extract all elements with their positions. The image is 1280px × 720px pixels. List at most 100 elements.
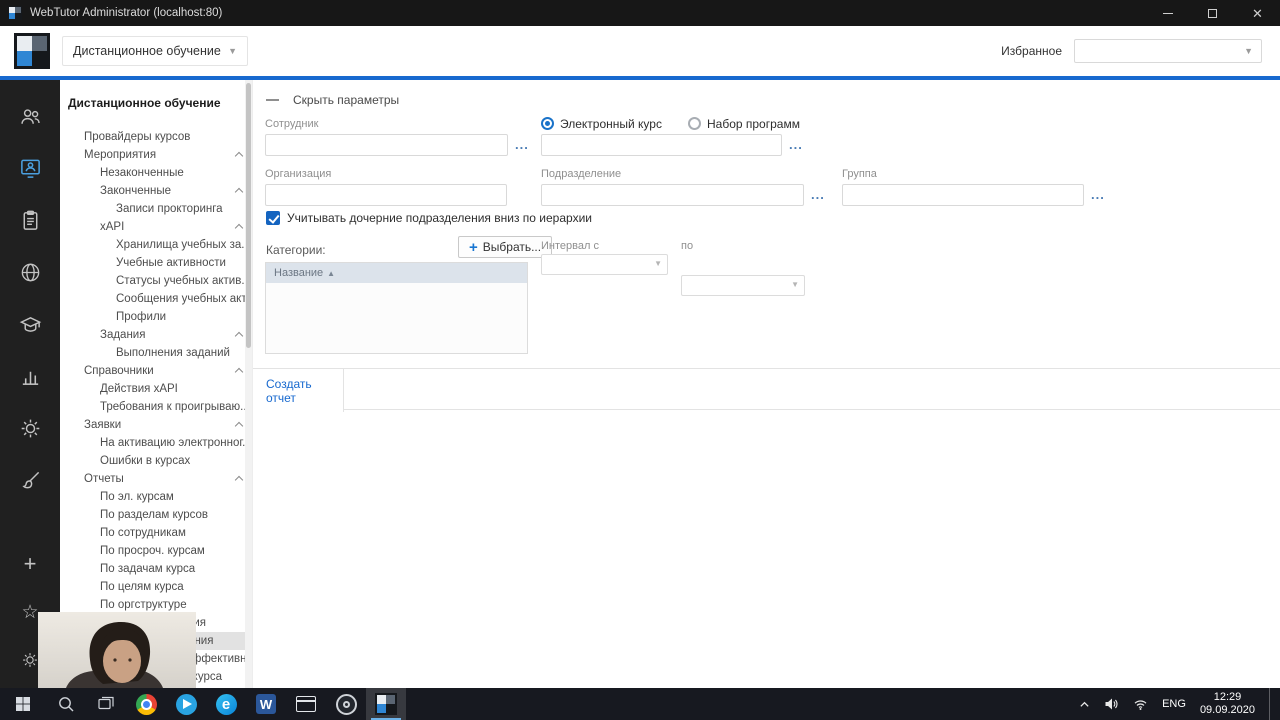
- sidebar-item[interactable]: Сообщения учебных акт...: [60, 290, 252, 308]
- favorites-selector[interactable]: ▼: [1074, 39, 1262, 63]
- chevron-up-icon: [234, 151, 244, 161]
- sidebar-item-label: Мероприятия: [84, 149, 157, 161]
- sidebar-item[interactable]: Справочники: [60, 362, 252, 380]
- tray-expand-button[interactable]: [1079, 700, 1090, 708]
- plus-icon[interactable]: +: [0, 540, 60, 588]
- minimize-button[interactable]: [1145, 0, 1190, 26]
- close-icon: ✕: [1252, 5, 1263, 21]
- organization-input[interactable]: [265, 184, 507, 206]
- sidebar-item-label: Статусы учебных актив...: [116, 275, 251, 287]
- sidebar-tree: Провайдеры курсов Мероприятия Незакончен…: [60, 128, 252, 686]
- course-picker-button[interactable]: ...: [789, 135, 803, 155]
- department-input[interactable]: [541, 184, 804, 206]
- telegram-taskbar-button[interactable]: [166, 688, 206, 720]
- sidebar-item-label: По целям курса: [100, 581, 184, 593]
- sidebar-item[interactable]: xAPI: [60, 218, 252, 236]
- radio-electronic-course-label: Электронный курс: [560, 116, 662, 131]
- task-view-button[interactable]: [86, 688, 126, 720]
- employee-input[interactable]: [265, 134, 508, 156]
- people-icon[interactable]: [0, 90, 60, 142]
- radio-unselected-icon: [687, 117, 701, 130]
- radio-electronic-course[interactable]: Электронный курс: [541, 117, 662, 131]
- network-button[interactable]: [1133, 697, 1148, 711]
- organization-label: Организация: [265, 168, 332, 180]
- volume-icon: [1105, 698, 1118, 710]
- language-indicator[interactable]: ENG: [1162, 698, 1186, 710]
- sidebar-item[interactable]: По эл. курсам: [60, 488, 252, 506]
- sidebar-item[interactable]: По задачам курса: [60, 560, 252, 578]
- sidebar-item-label: Незаконченные: [100, 167, 184, 179]
- sidebar-item[interactable]: Статусы учебных актив...: [60, 272, 252, 290]
- globe-icon[interactable]: [0, 246, 60, 298]
- sidebar-item[interactable]: Незаконченные: [60, 164, 252, 182]
- sidebar-item[interactable]: Провайдеры курсов: [60, 128, 252, 146]
- graduation-cap-icon[interactable]: [0, 298, 60, 350]
- course-input[interactable]: [541, 134, 782, 156]
- clock-time: 12:29: [1213, 691, 1242, 703]
- start-icon: [16, 697, 30, 711]
- sidebar-item-label: Провайдеры курсов: [84, 131, 191, 143]
- interval-to-label: по: [681, 240, 694, 252]
- clock[interactable]: 12:29 09.09.2020: [1200, 691, 1255, 717]
- console-taskbar-button[interactable]: [286, 688, 326, 720]
- search-button[interactable]: [46, 688, 86, 720]
- webtutor-taskbar-button[interactable]: [366, 688, 406, 720]
- sidebar-item[interactable]: По разделам курсов: [60, 506, 252, 524]
- radio-program-set[interactable]: Набор программ: [687, 117, 800, 131]
- sidebar-scrollbar[interactable]: [245, 80, 252, 688]
- sidebar-item[interactable]: Задания: [60, 326, 252, 344]
- sidebar-item[interactable]: Заявки: [60, 416, 252, 434]
- sidebar-item-label: Записи прокторинга: [116, 203, 223, 215]
- chevron-up-icon: [234, 421, 244, 431]
- include-children-checkbox[interactable]: Учитывать дочерние подразделения вниз по…: [266, 211, 592, 225]
- sidebar-item[interactable]: Хранилища учебных за...: [60, 236, 252, 254]
- volume-button[interactable]: [1104, 697, 1119, 711]
- group-picker-button[interactable]: ...: [1091, 185, 1105, 205]
- choose-categories-button[interactable]: + Выбрать...: [458, 236, 553, 258]
- categories-list: Название ▲: [265, 262, 528, 354]
- categories-list-header[interactable]: Название ▲: [266, 263, 527, 283]
- close-button[interactable]: ✕: [1235, 0, 1280, 26]
- sidebar-item[interactable]: Отчеты: [60, 470, 252, 488]
- sidebar-item[interactable]: Действия xAPI: [60, 380, 252, 398]
- sidebar-item[interactable]: Выполнения заданий: [60, 344, 252, 362]
- chevron-up-icon: [234, 331, 244, 341]
- chevron-up-icon: [234, 223, 244, 233]
- sidebar-item[interactable]: На активацию электронног...: [60, 434, 252, 452]
- interval-to-select[interactable]: ▼: [681, 275, 805, 296]
- tab-create-report[interactable]: Создать отчет: [253, 369, 344, 412]
- maximize-button[interactable]: [1190, 0, 1235, 26]
- sidebar-item[interactable]: По сотрудникам: [60, 524, 252, 542]
- start-button[interactable]: [0, 688, 46, 720]
- sidebar-item[interactable]: По целям курса: [60, 578, 252, 596]
- monitor-person-icon[interactable]: [0, 142, 60, 194]
- sidebar: Дистанционное обучение Провайдеры курсов…: [60, 80, 252, 688]
- edge-taskbar-button[interactable]: e: [206, 688, 246, 720]
- group-input[interactable]: [842, 184, 1084, 206]
- group-label: Группа: [842, 168, 877, 180]
- chrome-taskbar-button[interactable]: [126, 688, 166, 720]
- hide-params-toggle[interactable]: Скрыть параметры: [266, 93, 399, 107]
- scrollbar-thumb[interactable]: [246, 83, 251, 348]
- sidebar-item[interactable]: По просроч. курсам: [60, 542, 252, 560]
- sidebar-item[interactable]: Ошибки в курсах: [60, 452, 252, 470]
- sidebar-item[interactable]: Профили: [60, 308, 252, 326]
- recorder-taskbar-button[interactable]: [326, 688, 366, 720]
- interval-from-select[interactable]: ▼: [541, 254, 668, 275]
- sidebar-item[interactable]: Мероприятия: [60, 146, 252, 164]
- brush-icon[interactable]: [0, 454, 60, 506]
- plus-icon: +: [469, 238, 478, 256]
- sidebar-item[interactable]: Требования к проигрываю...: [60, 398, 252, 416]
- sidebar-item[interactable]: Законченные: [60, 182, 252, 200]
- sidebar-item[interactable]: Записи прокторинга: [60, 200, 252, 218]
- module-selector[interactable]: Дистанционное обучение ▼: [62, 36, 248, 66]
- clipboard-icon[interactable]: [0, 194, 60, 246]
- sidebar-item[interactable]: Учебные активности: [60, 254, 252, 272]
- module-selector-value: Дистанционное обучение: [73, 44, 221, 58]
- gear-icon[interactable]: [0, 402, 60, 454]
- word-taskbar-button[interactable]: W: [246, 688, 286, 720]
- show-desktop-button[interactable]: [1269, 688, 1274, 720]
- bar-chart-icon[interactable]: [0, 350, 60, 402]
- department-picker-button[interactable]: ...: [811, 185, 825, 205]
- employee-picker-button[interactable]: ...: [515, 135, 529, 155]
